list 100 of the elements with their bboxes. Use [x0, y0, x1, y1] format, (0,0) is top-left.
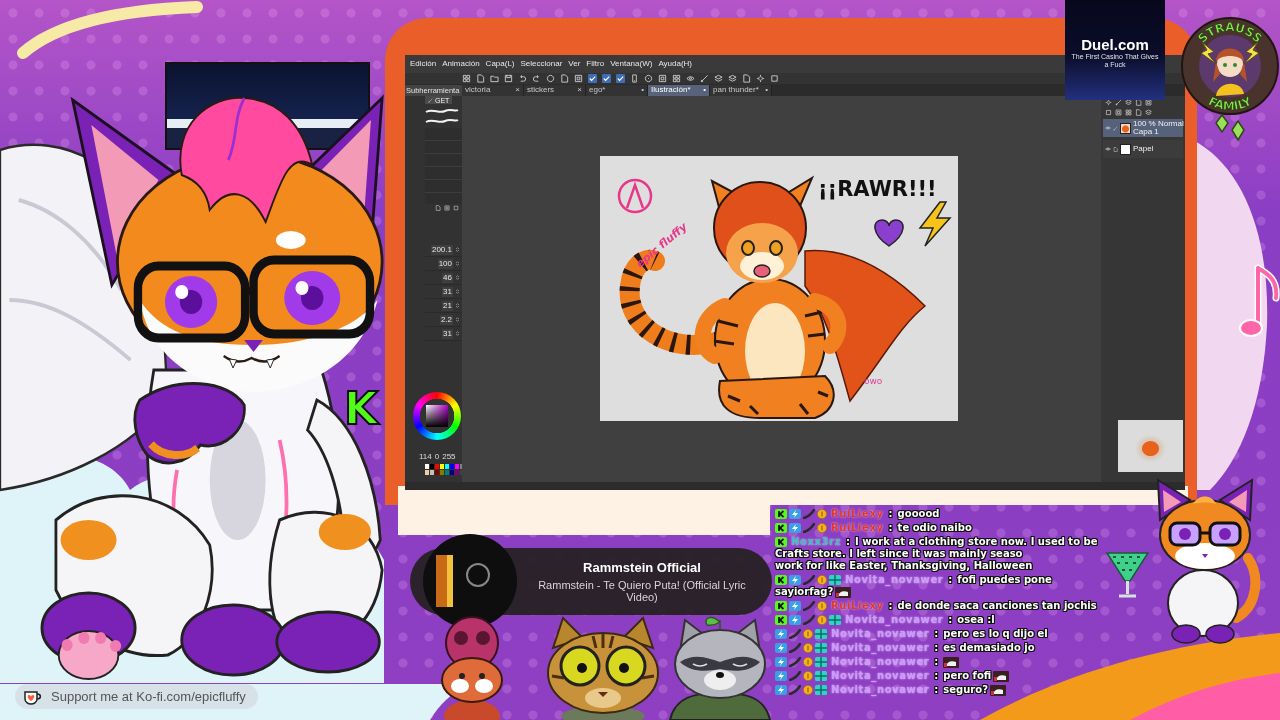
color-swatch-icon[interactable] [430, 464, 434, 469]
coin-badge-icon [817, 615, 827, 625]
gear-icon[interactable] [756, 74, 765, 83]
menu-item[interactable]: Ventana(W) [610, 60, 653, 68]
color-swatch-icon[interactable] [430, 470, 434, 475]
tab-close-button[interactable]: × [515, 86, 520, 94]
layers-icon[interactable] [1125, 99, 1132, 106]
spinner-icon[interactable] [455, 247, 460, 252]
k-badge-icon [775, 537, 787, 547]
page-icon[interactable] [435, 205, 441, 211]
bolt-badge-icon [775, 685, 787, 695]
menu-item[interactable]: Edición [410, 60, 437, 68]
document-tab[interactable]: stickers × [524, 84, 586, 96]
tab-close-button[interactable]: × [577, 86, 582, 94]
page-icon[interactable] [476, 74, 485, 83]
color-value: 114 [419, 451, 432, 463]
canvas-note-text: owo [864, 376, 883, 386]
brush-stroke-icon[interactable] [425, 108, 459, 114]
chat-message-text: gooood [897, 508, 940, 520]
layers-icon[interactable] [1145, 109, 1152, 116]
number-field[interactable]: 200.1 [430, 244, 453, 255]
document-tab[interactable]: ego* • [586, 84, 648, 96]
pen-icon[interactable] [700, 74, 709, 83]
color-swatch-icon[interactable] [450, 464, 454, 469]
document-tab[interactable]: Ilustración* • [648, 84, 710, 96]
folder-icon[interactable] [490, 74, 499, 83]
eye-icon[interactable] [1105, 146, 1111, 152]
layer-name: Capa 1 [1133, 128, 1160, 136]
frame-icon[interactable] [1145, 99, 1152, 106]
sponsor-brand: Duel.com [1081, 37, 1149, 53]
number-field[interactable]: 31 [442, 286, 453, 297]
menu-item[interactable]: Seleccionar [520, 60, 563, 68]
color-wheel[interactable] [413, 392, 461, 440]
color-swatch-icon[interactable] [455, 470, 459, 475]
menu-item[interactable]: Capa(L) [485, 60, 515, 68]
color-swatch-icon[interactable] [445, 470, 449, 475]
menu-item[interactable]: Animación [442, 60, 480, 68]
check-icon[interactable] [588, 74, 597, 83]
pen-icon[interactable] [1115, 99, 1122, 106]
menu-item[interactable]: Filtro [586, 60, 605, 68]
bolt-badge-icon [789, 509, 801, 519]
check-icon[interactable] [616, 74, 625, 83]
number-field[interactable]: 100 [437, 258, 453, 269]
brush-stroke-icon[interactable] [425, 118, 459, 124]
square-icon[interactable] [770, 74, 779, 83]
color-swatch-icon[interactable] [440, 464, 444, 469]
grid-icon[interactable] [462, 74, 471, 83]
chat-separator: : [948, 614, 953, 626]
gear-icon[interactable] [1105, 99, 1112, 106]
tab-close-button[interactable]: • [765, 86, 768, 94]
number-field[interactable]: 31 [442, 328, 453, 339]
layers-icon[interactable] [714, 74, 723, 83]
number-field[interactable]: 21 [442, 300, 453, 311]
spinner-icon[interactable] [455, 317, 460, 322]
layer-row[interactable]: Papel [1103, 140, 1183, 158]
tab-close-button[interactable]: • [703, 86, 706, 94]
spinner-icon[interactable] [455, 289, 460, 294]
color-swatch-icon[interactable] [440, 470, 444, 475]
layers-icon[interactable] [728, 74, 737, 83]
frame-icon[interactable] [1115, 109, 1122, 116]
menu-item[interactable]: Ayuda(H) [658, 60, 693, 68]
chat-message-text: Crafts store. I left since it was mainly seaso [775, 548, 1023, 560]
spinner-icon[interactable] [455, 331, 460, 336]
grid-icon[interactable] [672, 74, 681, 83]
eye-icon[interactable] [1105, 125, 1111, 131]
document-tab[interactable]: victoria × [462, 84, 524, 96]
menu-item[interactable]: Ver [568, 60, 581, 68]
document-tab[interactable]: pan thunder* • [710, 84, 772, 96]
tab-close-button[interactable]: • [641, 86, 644, 94]
undo-icon[interactable] [518, 74, 527, 83]
spinner-icon[interactable] [455, 303, 460, 308]
chat-message-text: de donde saca canciones tan jochis [897, 600, 1097, 612]
layer-thumbnail [1120, 122, 1131, 134]
check-icon[interactable] [602, 74, 611, 83]
color-value: 255 [442, 451, 456, 463]
bolt-badge-icon [789, 575, 801, 585]
frame-icon[interactable] [658, 74, 667, 83]
color-swatch-icon[interactable] [425, 464, 429, 469]
number-field[interactable]: 46 [442, 272, 453, 283]
color-swatch-icon[interactable] [455, 464, 459, 469]
color-swatch-icon[interactable] [425, 470, 429, 475]
phone-icon[interactable] [630, 74, 639, 83]
ring-icon[interactable] [644, 74, 653, 83]
eye-icon[interactable] [686, 74, 695, 83]
number-field[interactable]: 2.2 [439, 314, 453, 325]
color-swatch-icon[interactable] [450, 470, 454, 475]
color-swatch-icon[interactable] [445, 464, 449, 469]
frame-icon[interactable] [574, 74, 583, 83]
layer-row[interactable]: 100 % Normal Capa 1 [1103, 119, 1183, 137]
grid-icon[interactable] [1125, 109, 1132, 116]
redo-icon[interactable] [532, 74, 541, 83]
spinner-icon[interactable] [455, 261, 460, 266]
save-icon[interactable] [504, 74, 513, 83]
color-swatch-icon[interactable] [435, 470, 439, 475]
frame-icon[interactable] [444, 205, 450, 211]
chat-separator: : [888, 522, 893, 534]
color-swatch-icon[interactable] [435, 464, 439, 469]
page-icon[interactable] [742, 74, 751, 83]
page-icon[interactable] [560, 74, 569, 83]
spinner-icon[interactable] [455, 275, 460, 280]
